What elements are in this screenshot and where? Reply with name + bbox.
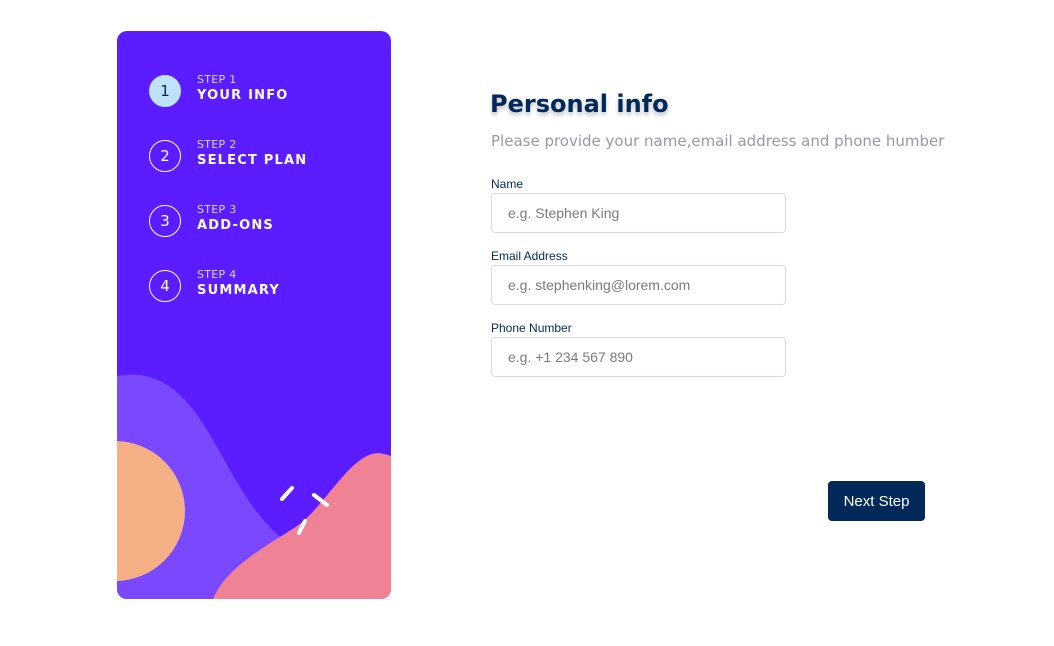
step-number-badge: 1 [149,75,181,107]
phone-label: Phone Number [491,321,572,335]
step-number-badge: 2 [149,140,181,172]
name-label: Name [491,177,524,191]
step-title: YOUR INFO [197,88,289,103]
page-subtitle: Please provide your name,email address a… [491,132,945,150]
next-step-button[interactable]: Next Step [828,481,925,521]
name-input[interactable] [491,193,786,233]
step-kicker: STEP 3 [197,203,237,216]
step-kicker: STEP 1 [197,73,237,86]
step-item-summary[interactable]: 4 STEP 4 SUMMARY [149,266,379,306]
step-number-badge: 4 [149,270,181,302]
step-item-add-ons[interactable]: 3 STEP 3 ADD-ONS [149,201,379,241]
email-input[interactable] [491,265,786,305]
step-list: 1 STEP 1 YOUR INFO 2 STEP 2 SELECT PLAN … [117,31,391,599]
page-title: Personal info [490,90,669,118]
step-item-your-info[interactable]: 1 STEP 1 YOUR INFO [149,71,379,111]
step-title: SELECT PLAN [197,153,308,168]
step-title: ADD-ONS [197,218,274,233]
step-item-select-plan[interactable]: 2 STEP 2 SELECT PLAN [149,136,379,176]
step-title: SUMMARY [197,283,280,298]
sidebar: 1 STEP 1 YOUR INFO 2 STEP 2 SELECT PLAN … [117,31,391,599]
step-number-badge: 3 [149,205,181,237]
email-label: Email Address [491,249,568,263]
step-kicker: STEP 2 [197,138,237,151]
step-kicker: STEP 4 [197,268,237,281]
phone-input[interactable] [491,337,786,377]
